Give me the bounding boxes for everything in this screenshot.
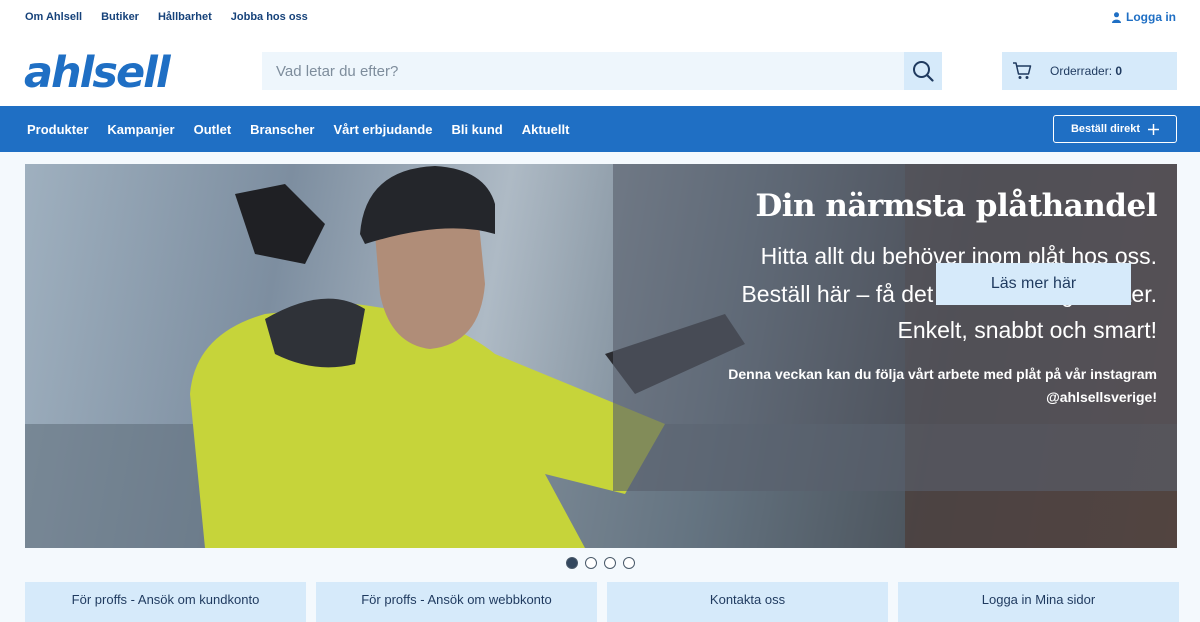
ahlsell-logo[interactable]: ahlsell: [24, 48, 171, 98]
tile-contact-us[interactable]: Kontakta oss: [607, 582, 888, 622]
hero-banner[interactable]: Din närmsta plåthandel Hitta allt du beh…: [25, 164, 1177, 548]
search-input[interactable]: [262, 52, 904, 90]
link-butiker[interactable]: Butiker: [101, 11, 139, 23]
cart-button[interactable]: Orderrader: 0: [1002, 52, 1177, 90]
link-hallbarhet[interactable]: Hållbarhet: [158, 11, 212, 23]
nav-item-produkter[interactable]: Produkter: [27, 122, 88, 137]
nav-items: Produkter Kampanjer Outlet Branscher Vår…: [27, 122, 569, 137]
nav-item-vart-erbjudande[interactable]: Vårt erbjudande: [333, 122, 432, 137]
nav-item-bli-kund[interactable]: Bli kund: [451, 122, 502, 137]
nav-item-branscher[interactable]: Branscher: [250, 122, 314, 137]
utility-links: Om Ahlsell Butiker Hållbarhet Jobba hos …: [25, 11, 308, 23]
read-more-button[interactable]: Läs mer här: [936, 263, 1131, 305]
user-icon: [1112, 11, 1121, 23]
plus-icon: [1148, 123, 1160, 135]
order-direct-button[interactable]: Beställ direkt: [1053, 115, 1177, 143]
search-icon: [913, 61, 934, 82]
link-jobba-hos-oss[interactable]: Jobba hos oss: [231, 11, 308, 23]
carousel-indicators: [566, 557, 635, 569]
link-om-ahlsell[interactable]: Om Ahlsell: [25, 11, 82, 23]
main-navigation: Produkter Kampanjer Outlet Branscher Vår…: [0, 106, 1200, 152]
hero-instagram-handle: @ahlsellsverige!: [1046, 389, 1157, 405]
order-direct-label: Beställ direkt: [1070, 123, 1141, 135]
search-bar: [262, 52, 942, 90]
nav-item-outlet[interactable]: Outlet: [194, 122, 232, 137]
hero-title: Din närmsta plåthandel: [755, 188, 1157, 224]
tile-apply-web-account[interactable]: För proffs - Ansök om webbkonto: [316, 582, 597, 622]
quick-link-tiles: För proffs - Ansök om kundkonto För prof…: [25, 582, 1179, 622]
tile-apply-customer-account[interactable]: För proffs - Ansök om kundkonto: [25, 582, 306, 622]
tile-login-my-pages[interactable]: Logga in Mina sidor: [898, 582, 1179, 622]
hero-text-line-3: Enkelt, snabbt och smart!: [897, 317, 1157, 343]
login-label: Logga in: [1126, 10, 1176, 24]
carousel-dot-2[interactable]: [585, 557, 597, 569]
search-button[interactable]: [904, 52, 942, 90]
nav-item-kampanjer[interactable]: Kampanjer: [107, 122, 174, 137]
cart-icon: [1013, 62, 1032, 79]
login-link[interactable]: Logga in: [1112, 10, 1176, 24]
nav-item-aktuellt[interactable]: Aktuellt: [522, 122, 570, 137]
cart-count: 0: [1115, 64, 1123, 78]
cart-summary: Orderrader: 0: [1050, 64, 1122, 78]
top-utility-bar: Om Ahlsell Butiker Hållbarhet Jobba hos …: [0, 0, 1200, 34]
carousel-dot-4[interactable]: [623, 557, 635, 569]
carousel-dot-1[interactable]: [566, 557, 578, 569]
hero-instagram-text: Denna veckan kan du följa vårt arbete me…: [728, 366, 1157, 382]
carousel-dot-3[interactable]: [604, 557, 616, 569]
cart-label: Orderrader:: [1050, 64, 1113, 78]
site-header: ahlsell Orderrader: 0: [0, 34, 1200, 106]
